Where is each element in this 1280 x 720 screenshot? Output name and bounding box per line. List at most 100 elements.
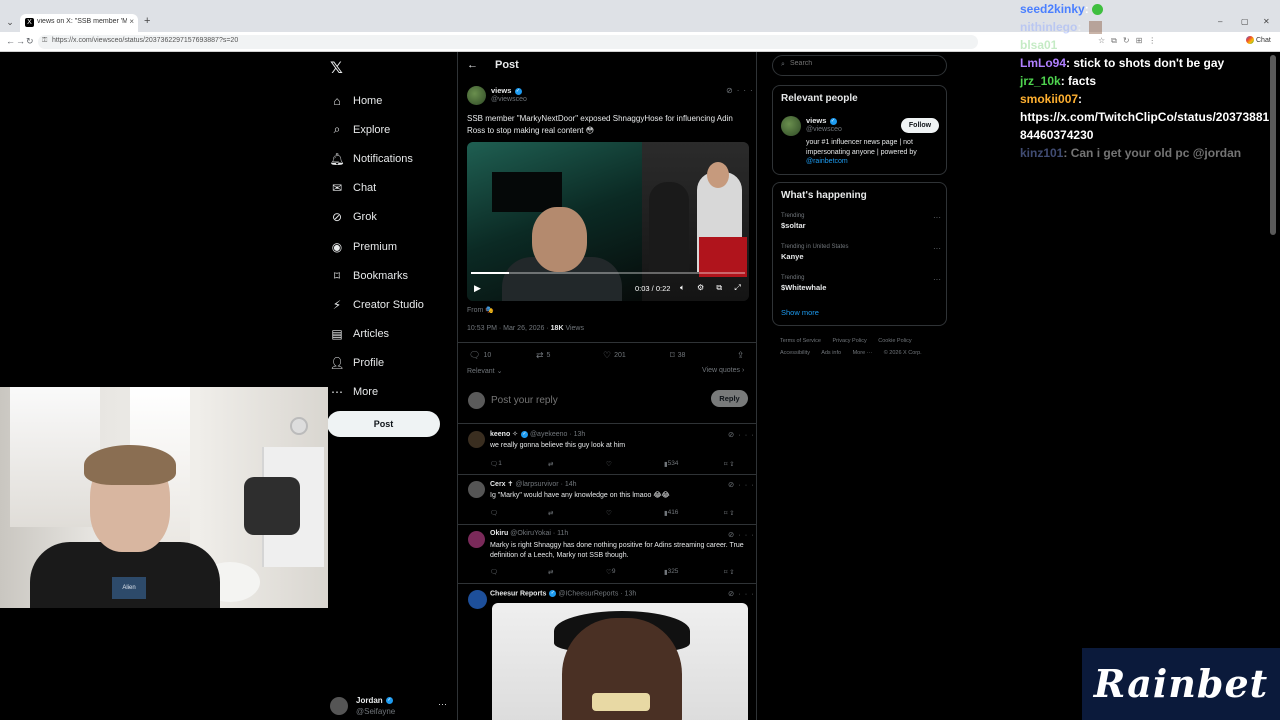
search-input[interactable]	[790, 60, 940, 67]
tab-close-icon[interactable]: ×	[129, 17, 134, 26]
browser-tab[interactable]: X views on X: "SSB member 'MarkyN... ×	[20, 14, 138, 32]
grok-icon[interactable]: ⊘	[726, 86, 737, 95]
reply-like-action[interactable]: ♡	[606, 460, 612, 468]
reply-views-action[interactable]: ▮ 325	[664, 568, 678, 576]
chat-username[interactable]: LmLo94	[1020, 56, 1066, 70]
page-scrollbar[interactable]	[1270, 55, 1276, 235]
reply-views-action[interactable]: ▮ 534	[664, 460, 678, 468]
nav-item-grok[interactable]: ⊘ Grok	[330, 203, 470, 232]
back-arrow-icon[interactable]: ←	[467, 59, 478, 71]
reply-options[interactable]: ⊘···	[728, 530, 756, 539]
nav-item-creator-studio[interactable]: ⚡︎ Creator Studio	[330, 290, 470, 319]
reply-repost-action[interactable]: ⇄	[548, 460, 553, 468]
chat-username[interactable]: kinz101	[1020, 146, 1063, 160]
trend-more-icon[interactable]: ···	[933, 244, 941, 253]
view-quotes-link[interactable]: View quotes ›	[702, 367, 744, 374]
reply-bookmark-action[interactable]: ⌑ ⇪	[724, 568, 735, 576]
reply-item[interactable]: Cerx ✝ @larpsurvivor · 14h ⊘··· Ig "Mark…	[458, 480, 756, 525]
reply-handle[interactable]: @ayekeeno · 13h	[530, 431, 585, 438]
like-action[interactable]: ♡ 201	[603, 350, 626, 361]
reply-avatar[interactable]	[468, 481, 485, 498]
reply-author[interactable]: keeno ✧	[490, 431, 518, 438]
reply-button[interactable]: Reply	[711, 390, 748, 407]
play-icon[interactable]: ▶	[474, 283, 481, 294]
reply-like-action[interactable]: ♡	[606, 509, 612, 517]
post-options[interactable]: ⊘···	[726, 86, 756, 95]
reply-handle[interactable]: @ICheesurReports · 13h	[558, 590, 636, 597]
chat-username[interactable]: nithinlego	[1020, 20, 1077, 34]
reply-options[interactable]: ⊘···	[728, 480, 756, 489]
reply-bookmark-action[interactable]: ⌑ ⇪	[724, 460, 735, 468]
post-timestamp[interactable]: 10:53 PM · Mar 26, 2026 ·	[467, 325, 551, 332]
nav-item-home[interactable]: ⌂ Home	[330, 86, 470, 115]
bookmark-action[interactable]: ⌑ 38	[670, 350, 685, 361]
compose-post-button[interactable]: Post	[327, 411, 440, 437]
reply-item[interactable]: Cheesur Reports ✓ @ICheesurReports · 13h…	[458, 589, 756, 720]
repost-action[interactable]: ⇄ 5	[536, 350, 550, 361]
reply-views-action[interactable]: ▮ 416	[664, 509, 678, 517]
reply-handle[interactable]: @larpsurvivor · 14h	[515, 481, 576, 488]
trend-item[interactable]: Trending in United States Kanye ···	[781, 244, 941, 261]
chat-username[interactable]: jrz_10k	[1020, 74, 1061, 88]
account-switcher[interactable]: Jordan ✓ @Seifayne ···	[330, 694, 450, 718]
share-action[interactable]: ⇪	[737, 350, 745, 361]
reply-input[interactable]	[491, 395, 671, 406]
footer-link[interactable]: Accessibility	[780, 350, 810, 356]
new-tab-button[interactable]: +	[144, 15, 150, 27]
reply-sort-dropdown[interactable]: Relevant ⌄	[467, 367, 502, 375]
nav-item-bookmarks[interactable]: ⌑ Bookmarks	[330, 261, 470, 290]
footer-link[interactable]: Terms of Service	[780, 338, 821, 344]
tab-search-icon[interactable]: ⌄	[4, 16, 16, 28]
reply-item[interactable]: Okiru @OkiruYokai · 11h ⊘··· Marky is ri…	[458, 530, 756, 585]
chat-username[interactable]: seed2kinky	[1020, 2, 1085, 16]
reply-repost-action[interactable]: ⇄	[548, 568, 553, 576]
x-logo-icon[interactable]: 𝕏	[330, 58, 343, 78]
reply-comment-action[interactable]: 🗨︎	[490, 568, 498, 576]
reply-action[interactable]: 🗨︎ 10	[469, 350, 491, 361]
reply-avatar[interactable]	[468, 590, 487, 609]
video-controls[interactable]: 🔈︎ ⚙ ⧉ ⤢	[680, 283, 746, 293]
forward-icon[interactable]: →	[16, 36, 25, 46]
author-name[interactable]: views ✓	[491, 86, 522, 95]
relevant-person-name[interactable]: views ✓	[806, 116, 837, 125]
reload-icon[interactable]: ↻	[26, 36, 34, 47]
nav-item-notifications[interactable]: 🔔︎ Notifications	[329, 144, 470, 173]
footer-link[interactable]: More ···	[853, 350, 873, 356]
reply-comment-action[interactable]: 🗨︎	[490, 509, 498, 517]
nav-item-profile[interactable]: 👤︎ Profile	[329, 349, 470, 378]
nav-item-chat[interactable]: ✉ Chat	[330, 174, 470, 203]
trend-item[interactable]: Trending $Whitewhale ···	[781, 275, 941, 292]
reply-like-action[interactable]: ♡ 9	[606, 568, 615, 576]
nav-item-more[interactable]: ⋯ More	[330, 378, 470, 407]
show-more-link[interactable]: Show more	[781, 308, 819, 317]
footer-link[interactable]: Cookie Policy	[878, 338, 911, 344]
footer-link[interactable]: Ads info	[821, 350, 841, 356]
more-icon[interactable]: ···	[737, 86, 756, 95]
address-bar[interactable]: ⚿ https://x.com/viewsceo/status/20373622…	[38, 35, 978, 49]
reply-comment-action[interactable]: 🗨︎ 1	[490, 460, 502, 468]
reply-item[interactable]: keeno ✧ ✓ @ayekeeno · 13h ⊘··· we really…	[458, 430, 756, 475]
trend-more-icon[interactable]: ···	[933, 213, 941, 222]
reply-avatar[interactable]	[468, 531, 485, 548]
chat-username[interactable]: blsa01	[1020, 38, 1057, 52]
reply-options[interactable]: ⊘···	[728, 589, 756, 598]
bio-link[interactable]: @rainbetcom	[806, 158, 848, 165]
back-icon[interactable]: ←	[6, 36, 15, 46]
video-progress-bar[interactable]	[471, 272, 745, 274]
search-bar[interactable]: ⌕	[772, 55, 947, 76]
reply-media-image[interactable]	[492, 603, 748, 720]
nav-item-premium[interactable]: ◉ Premium	[330, 232, 470, 261]
reply-author[interactable]: Cheesur Reports	[490, 590, 546, 597]
reply-author[interactable]: Cerx ✝	[490, 481, 513, 488]
account-more-icon[interactable]: ···	[438, 699, 447, 709]
reply-author[interactable]: Okiru	[490, 530, 508, 537]
reply-handle[interactable]: @OkiruYokai · 11h	[510, 530, 568, 537]
reply-repost-action[interactable]: ⇄	[548, 509, 553, 517]
reply-avatar[interactable]	[468, 431, 485, 448]
trend-item[interactable]: Trending $soltar ···	[781, 213, 941, 230]
reply-options[interactable]: ⊘···	[728, 430, 756, 439]
video-player[interactable]: ▶ 0:03 / 0:22 🔈︎ ⚙ ⧉ ⤢	[467, 142, 749, 301]
source-attribution[interactable]: From 🎭	[467, 306, 494, 314]
author-avatar[interactable]	[467, 86, 486, 105]
reply-bookmark-action[interactable]: ⌑ ⇪	[724, 509, 735, 517]
